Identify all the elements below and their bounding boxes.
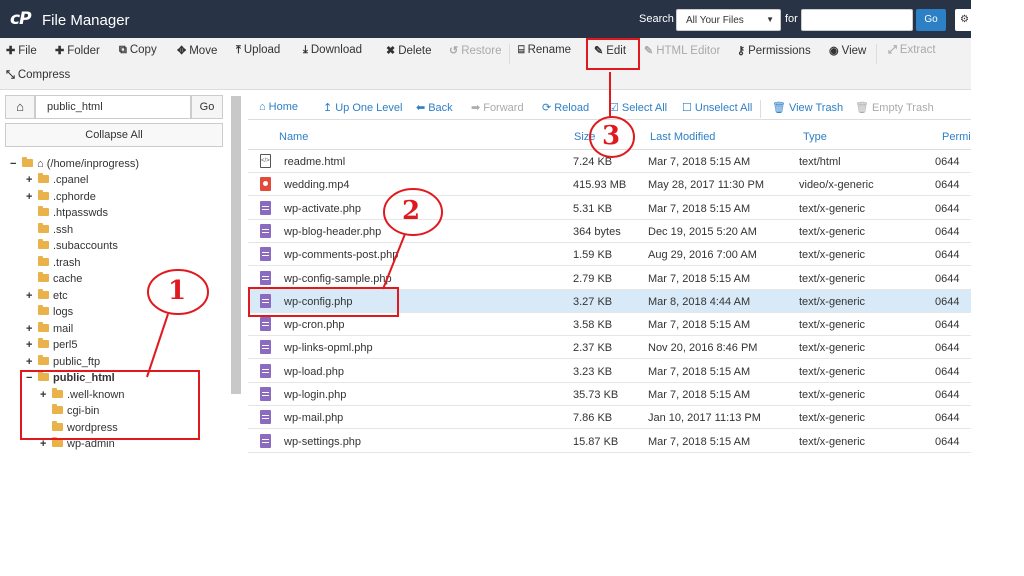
annotation-box-public-html — [20, 370, 200, 440]
annotation-line-1 — [146, 313, 169, 378]
annotation-number-1: 1 — [168, 276, 187, 306]
annotation-box-wp-config — [248, 287, 399, 317]
annotation-number-2: 2 — [402, 196, 421, 226]
annotation-line-2 — [382, 233, 406, 290]
annotation-overlay — [146, 72, 635, 378]
annotation-number-3: 3 — [602, 121, 621, 151]
annotation-box-edit — [586, 38, 640, 70]
